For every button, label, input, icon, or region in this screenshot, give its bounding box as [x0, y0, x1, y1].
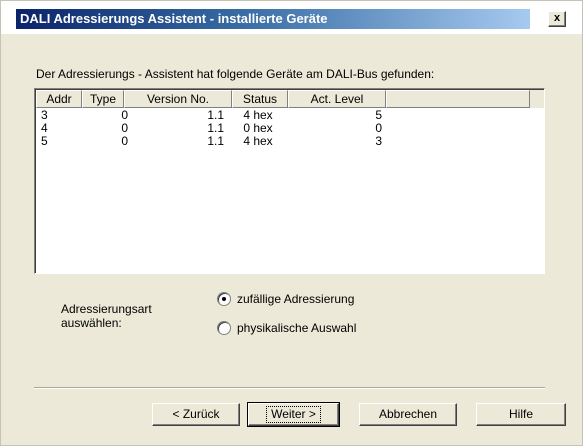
- cancel-button[interactable]: Abbrechen: [359, 403, 457, 426]
- window-title: DALI Adressierungs Assistent - installie…: [16, 9, 530, 29]
- radio-selected-dot: [222, 297, 226, 301]
- device-list[interactable]: Addr Type Version No. Status Act. Level …: [34, 88, 545, 274]
- column-header-addr[interactable]: Addr: [36, 90, 82, 108]
- addressing-mode-label: Adressierungsart auswählen:: [61, 302, 152, 330]
- list-header: Addr Type Version No. Status Act. Level: [36, 90, 544, 108]
- cell-act-level: 3: [375, 134, 382, 148]
- column-header-type[interactable]: Type: [82, 90, 124, 108]
- cell-act-level: 5: [375, 108, 382, 122]
- help-button[interactable]: Hilfe: [476, 403, 566, 426]
- column-header-status[interactable]: Status: [232, 90, 288, 108]
- next-button[interactable]: Weiter >: [247, 402, 340, 427]
- back-button[interactable]: < Zurück: [152, 403, 240, 426]
- dialog-window: DALI Adressierungs Assistent - installie…: [0, 0, 583, 446]
- separator-line: [34, 387, 545, 389]
- column-header-version[interactable]: Version No.: [124, 90, 232, 108]
- cell-status: 4 hex: [243, 134, 273, 148]
- table-row[interactable]: 5 0 1.1 4 hex 3: [36, 135, 544, 148]
- column-header-act-level[interactable]: Act. Level: [288, 90, 386, 108]
- list-body: 3 0 1.1 4 hex 5 4 0 1.1 0 hex 0 5 0 1.1 …: [36, 109, 544, 148]
- cell-type: 0: [121, 134, 128, 148]
- column-header-empty: [386, 90, 530, 108]
- next-button-label: Weiter >: [266, 406, 321, 423]
- cell-version: 1.1: [207, 134, 224, 148]
- radio-physical-selection-label[interactable]: physikalische Auswahl: [237, 321, 356, 335]
- title-bar: DALI Adressierungs Assistent - installie…: [1, 1, 582, 34]
- radio-random-addressing-label[interactable]: zufällige Adressierung: [237, 292, 354, 306]
- radio-physical-selection[interactable]: [217, 321, 231, 335]
- cell-act-level: 0: [375, 121, 382, 135]
- close-button[interactable]: x: [548, 11, 566, 27]
- table-row[interactable]: 3 0 1.1 4 hex 5: [36, 109, 544, 122]
- table-row[interactable]: 4 0 1.1 0 hex 0: [36, 122, 544, 135]
- intro-text: Der Adressierungs - Assistent hat folgen…: [36, 67, 435, 81]
- radio-random-addressing[interactable]: [217, 292, 231, 306]
- cell-addr: 5: [41, 134, 48, 148]
